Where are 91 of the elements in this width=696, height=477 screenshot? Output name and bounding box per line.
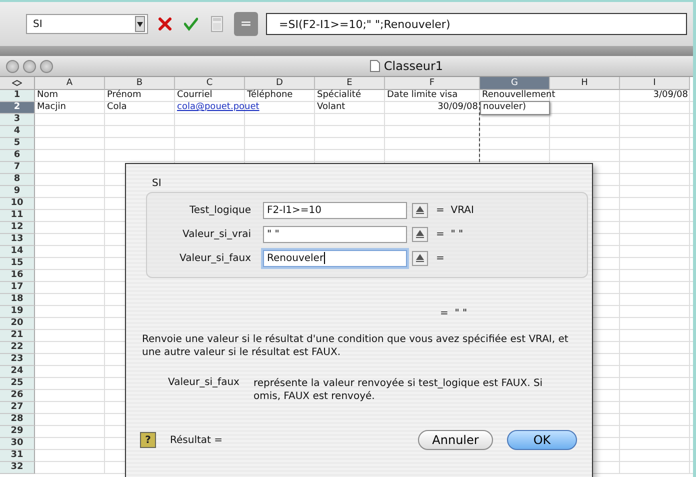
collapse-button[interactable] [412,250,428,266]
zoom-icon[interactable] [40,60,53,72]
table-cell: Courriel [177,90,212,100]
row-header[interactable]: 21 [0,330,35,342]
row-header[interactable]: 13 [0,234,35,246]
select-all-button[interactable] [0,77,35,90]
collapse-button[interactable] [412,226,428,242]
eject-icon [416,206,424,214]
table-cell: 30/09/08 [438,102,478,112]
minimize-icon[interactable] [23,60,36,72]
argument-result: = [436,252,444,264]
row-header[interactable]: 19 [0,306,35,318]
collapse-button[interactable] [412,202,428,218]
table-cell: Spécialité [317,90,361,100]
cancel-icon[interactable] [156,15,174,33]
column-header[interactable]: D [245,77,315,90]
row-header[interactable]: 28 [0,414,35,426]
row-header[interactable]: 5 [0,138,35,150]
row-header[interactable]: 8 [0,174,35,186]
argument-label: Valeur_si_vrai [182,228,251,240]
document-icon [370,60,380,72]
eject-icon [416,230,424,238]
table-cell: Date limite visa [387,90,458,100]
row-header[interactable]: 17 [0,282,35,294]
argument-label: Valeur_si_faux [178,252,251,264]
column-header[interactable]: G [480,77,550,90]
argument-label: Test_logique [188,204,251,216]
row-header[interactable]: 9 [0,186,35,198]
close-icon[interactable] [6,60,19,72]
table-cell: Cola [107,102,127,112]
row-header[interactable]: 4 [0,126,35,138]
row-header[interactable]: 15 [0,258,35,270]
table-cell: Téléphone [247,90,293,100]
column-header[interactable]: B [105,77,175,90]
row-header[interactable]: 10 [0,198,35,210]
window-title: Classeur1 [384,59,444,73]
formula-result: = " " [440,308,468,319]
argument-help: représente la valeur renvoyée si test_logique est FAUX. Si omis, FAUX est renvoyé. [253,377,544,403]
row-header[interactable]: 26 [0,390,35,402]
result-label: Résultat = [170,434,224,446]
function-description: Renvoie une valeur si le résultat d'une condition que vous avez spécifiée est VRAI, et une autre valeur si le résultat est FAUX. [142,333,570,359]
column-header[interactable]: H [550,77,620,90]
column-header[interactable]: E [315,77,385,90]
argument-result: = " " [436,228,464,240]
name-box[interactable]: SI [26,14,148,34]
row-header[interactable]: 6 [0,150,35,162]
row-header[interactable]: 14 [0,246,35,258]
formula-field[interactable]: =SI(F2-I1>=10;" ";Renouveler) [266,13,687,35]
row-header[interactable]: 11 [0,210,35,222]
row-header[interactable]: 20 [0,318,35,330]
row-header[interactable]: 12 [0,222,35,234]
row-header[interactable]: 30 [0,438,35,450]
ok-button[interactable]: OK [507,430,577,450]
column-header[interactable]: A [35,77,105,90]
table-cell: 3/09/08 [653,90,688,100]
argument-field[interactable]: Renouveler [263,250,407,266]
argument-field[interactable]: F2-I1>=10 [263,202,407,218]
table-cell: Renouvellement [482,90,556,100]
row-header[interactable]: 32 [0,462,35,474]
argument-field[interactable]: " " [263,226,407,242]
row-header[interactable]: 18 [0,294,35,306]
row-header[interactable]: 29 [0,426,35,438]
column-header[interactable]: F [385,77,480,90]
eject-icon [416,254,424,262]
table-cell: Nom [37,90,58,100]
email-link[interactable]: cola@pouet.pouet [177,102,260,112]
row-header[interactable]: 1 [0,90,35,102]
row-header[interactable]: 7 [0,162,35,174]
row-header[interactable]: 3 [0,114,35,126]
help-button[interactable]: ? [140,432,156,448]
row-header[interactable]: 25 [0,378,35,390]
argument-name: Valeur_si_faux [168,377,240,390]
row-header[interactable]: 16 [0,270,35,282]
argument-result: = VRAI [436,204,474,216]
function-name: SI [152,178,162,189]
table-cell: Macjin [37,102,66,112]
column-header[interactable]: I [620,77,690,90]
row-header[interactable]: 24 [0,366,35,378]
diamond-icon [12,80,22,86]
cell-editor[interactable]: nouveler) [480,101,550,115]
row-header[interactable]: 27 [0,402,35,414]
row-header[interactable]: 22 [0,342,35,354]
table-cell: Volant [317,102,346,112]
cancel-button[interactable]: Annuler [418,430,493,450]
row-header[interactable]: 23 [0,354,35,366]
column-header[interactable]: C [175,77,245,90]
row-header[interactable]: 2 [0,102,35,114]
row-header[interactable]: 31 [0,450,35,462]
table-cell: Prénom [107,90,142,100]
dropdown-icon[interactable] [135,16,145,32]
check-icon[interactable] [182,15,200,33]
